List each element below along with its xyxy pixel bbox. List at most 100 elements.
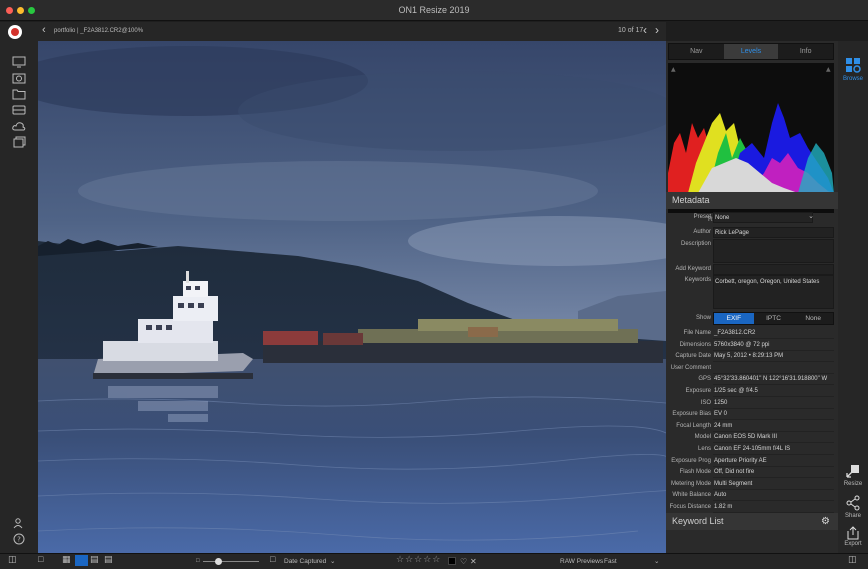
left-sidebar: ? <box>0 41 38 553</box>
export-icon[interactable] <box>845 525 861 541</box>
exif-label: File Name <box>683 330 711 336</box>
exif-row: Flash Mode Off, Did not fire <box>666 467 838 479</box>
thumbnail-small-icon: □ <box>196 558 200 564</box>
chevron-down-icon[interactable]: ⌄ <box>330 556 335 567</box>
show-iptc-button[interactable]: IPTC <box>754 313 794 324</box>
tab-info[interactable]: Info <box>778 44 833 59</box>
grid-view-icon[interactable]: ▦ <box>62 554 71 565</box>
resize-icon[interactable] <box>845 463 861 479</box>
exif-row: Model Canon EOS 5D Mark III <box>666 432 838 444</box>
exif-value <box>713 363 834 374</box>
previous-image-button[interactable]: ‹ <box>643 23 647 37</box>
albums-icon[interactable] <box>11 136 27 148</box>
resize-label[interactable]: Resize <box>838 481 868 487</box>
exif-row: Exposure Prog Aperture Priority AE <box>666 456 838 467</box>
next-image-button[interactable]: › <box>655 23 659 37</box>
metadata-row-description: Description <box>666 239 838 263</box>
exif-value: 45°32'33.860401" N 122°16'31.918800" W <box>713 374 834 386</box>
folder-icon[interactable] <box>11 88 27 100</box>
chevron-down-icon[interactable]: ⌄ <box>808 212 814 220</box>
exif-row: ISO 1250 <box>666 398 838 409</box>
exif-label: User Comment <box>670 364 711 371</box>
export-label[interactable]: Export <box>838 541 868 547</box>
add-keyword-field[interactable] <box>713 264 834 275</box>
chevron-down-icon[interactable]: ⌄ <box>654 556 659 567</box>
exif-value: 24 mm <box>713 421 834 432</box>
exif-row: Metering Mode Multi Segment <box>666 479 838 490</box>
raw-previews-select[interactable]: Fast <box>604 556 617 567</box>
exif-row: Focus Distance 1.82 m <box>666 502 838 513</box>
gear-icon[interactable]: ⚙ <box>821 513 830 530</box>
exif-row: Exposure 1/25 sec @ f/4.5 <box>666 386 838 397</box>
chevron-left-icon[interactable]: ‹ <box>42 24 46 36</box>
exif-label: Exposure <box>685 388 711 394</box>
exif-label: Capture Date <box>675 353 711 360</box>
browse-icon[interactable] <box>845 57 861 73</box>
single-view-icon[interactable]: □ <box>38 554 43 565</box>
tab-levels[interactable]: Levels <box>723 44 779 59</box>
keyword-list-header[interactable]: Keyword List ⚙ <box>666 513 838 530</box>
drive-icon[interactable] <box>11 104 27 116</box>
exif-label: Model <box>694 434 711 441</box>
toggle-left-panel-icon[interactable]: ◫ <box>8 554 17 565</box>
keywords-field[interactable]: Corbett, oregon, Oregon, United States <box>713 275 834 309</box>
exif-label: Focal Length <box>676 422 711 429</box>
right-module-rail: Browse Resize Share Export <box>838 41 868 553</box>
preset-label: Preset <box>693 214 711 220</box>
star-rating[interactable]: ☆☆☆☆☆ <box>396 554 441 565</box>
exif-value: Auto <box>713 490 834 502</box>
camera-icon[interactable] <box>11 72 27 84</box>
exif-label: Focus Distance <box>669 504 711 510</box>
cloud-icon[interactable] <box>11 120 27 132</box>
like-heart-icon[interactable]: ♡ <box>460 556 467 567</box>
raw-previews-label: RAW Previews <box>560 558 604 565</box>
right-panel: Nav Levels Info ▲ ▲ Red 91 | Green 139 |… <box>666 41 838 553</box>
on1-logo-icon[interactable] <box>8 25 22 39</box>
exif-row: Exposure Bias EV 0 <box>666 409 838 421</box>
exif-value: 1.82 m <box>713 502 834 513</box>
monitor-icon[interactable] <box>11 56 27 68</box>
exif-label: Flash Mode <box>679 469 711 476</box>
breadcrumb-bar: ‹ portfolio | _F2A3812.CR2@100% 10 of 17… <box>0 22 666 41</box>
exif-label: Exposure Prog <box>671 457 711 464</box>
detail-view-icon[interactable] <box>75 555 88 566</box>
slider-handle[interactable] <box>215 558 222 565</box>
photo-preview[interactable] <box>38 41 666 553</box>
color-label-swatch[interactable] <box>448 557 456 565</box>
sort-select[interactable]: Date Captured <box>284 556 326 567</box>
author-field[interactable]: Rick LePage <box>713 227 834 238</box>
compare-view-icon[interactable]: ▤ <box>104 554 113 565</box>
exif-value: EV 0 <box>713 409 834 421</box>
reject-x-icon[interactable]: ✕ <box>470 556 477 567</box>
filmstrip-view-icon[interactable]: ▤ <box>90 554 99 565</box>
share-icon[interactable] <box>845 495 861 511</box>
sort-direction-icon[interactable]: □ <box>270 554 275 565</box>
exif-row: Dimensions 5760x3840 @ 72 ppi <box>666 340 838 351</box>
toggle-right-panel-icon[interactable]: ◫ <box>848 554 857 565</box>
metadata-row-add-keyword: Add Keyword <box>666 264 838 275</box>
svg-text:?: ? <box>17 536 21 544</box>
tab-nav[interactable]: Nav <box>669 44 724 59</box>
image-counter: 10 of 17 <box>618 27 644 34</box>
help-icon[interactable]: ? <box>11 533 27 545</box>
description-field[interactable] <box>713 239 834 263</box>
metadata-title: Metadata <box>672 195 710 205</box>
exif-value: 5760x3840 @ 72 ppi <box>713 340 834 351</box>
people-icon[interactable] <box>11 517 27 529</box>
exif-row: File Name _F2A3812.CR2 <box>666 328 838 339</box>
author-label: Author <box>693 229 711 235</box>
metadata-row-preset: Preset None ⌄ <box>666 212 838 223</box>
breadcrumb[interactable]: portfolio | _F2A3812.CR2@100% <box>54 28 143 34</box>
metadata-header[interactable]: Metadata <box>666 192 838 209</box>
show-exif-button[interactable]: EXIF <box>714 313 754 324</box>
exif-label: Dimensions <box>679 341 711 348</box>
metadata-row-author: Author Rick LePage <box>666 227 838 238</box>
preset-select[interactable]: None <box>713 212 813 223</box>
exif-value: 1250 <box>713 398 834 409</box>
share-label[interactable]: Share <box>838 513 868 519</box>
metadata-row-keywords: Keywords Corbett, oregon, Oregon, United… <box>666 275 838 309</box>
thumbnail-size-slider[interactable] <box>203 561 259 562</box>
show-none-button[interactable]: None <box>793 313 833 324</box>
browse-label[interactable]: Browse <box>838 76 868 82</box>
exif-label: Metering Mode <box>670 480 711 487</box>
